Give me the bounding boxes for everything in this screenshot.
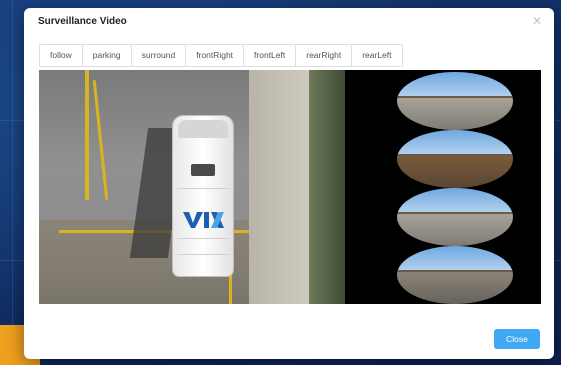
tab-follow[interactable]: follow — [40, 45, 83, 66]
vehicle-windshield — [178, 120, 228, 138]
tab-front-right[interactable]: frontRight — [186, 45, 245, 66]
fisheye-view-rear — [397, 188, 513, 246]
fisheye-camera-strip — [345, 70, 541, 304]
fisheye-view-right — [397, 130, 513, 188]
dialog-title: Surveillance Video — [38, 16, 127, 27]
tab-rear-right[interactable]: rearRight — [296, 45, 353, 66]
camera-view-tabs: follow parking surround frontRight front… — [39, 44, 403, 67]
fisheye-view-front — [397, 72, 513, 130]
vehicle-roof-vent — [191, 164, 215, 176]
parking-line — [85, 70, 89, 200]
tab-surround[interactable]: surround — [131, 45, 187, 66]
vehicle-roof-rib — [177, 254, 229, 255]
sidewalk-surface — [249, 70, 309, 304]
birds-eye-view-frame — [39, 70, 345, 304]
via-logo-icon — [183, 212, 224, 228]
vehicle-roof-rib — [177, 188, 229, 189]
map-grid-line — [12, 0, 13, 365]
tab-front-left[interactable]: frontLeft — [244, 45, 297, 66]
landscape-strip — [309, 70, 345, 304]
vehicle-roof-rib — [177, 238, 229, 239]
video-player[interactable] — [39, 70, 541, 304]
vehicle-top-view — [173, 116, 233, 276]
tab-parking[interactable]: parking — [82, 45, 132, 66]
surveillance-video-dialog: Surveillance Video ✕ follow parking surr… — [24, 8, 554, 359]
close-icon[interactable]: ✕ — [532, 14, 542, 28]
close-button[interactable]: Close — [494, 329, 540, 349]
tab-rear-left[interactable]: rearLeft — [352, 45, 402, 66]
fisheye-view-left — [397, 246, 513, 304]
